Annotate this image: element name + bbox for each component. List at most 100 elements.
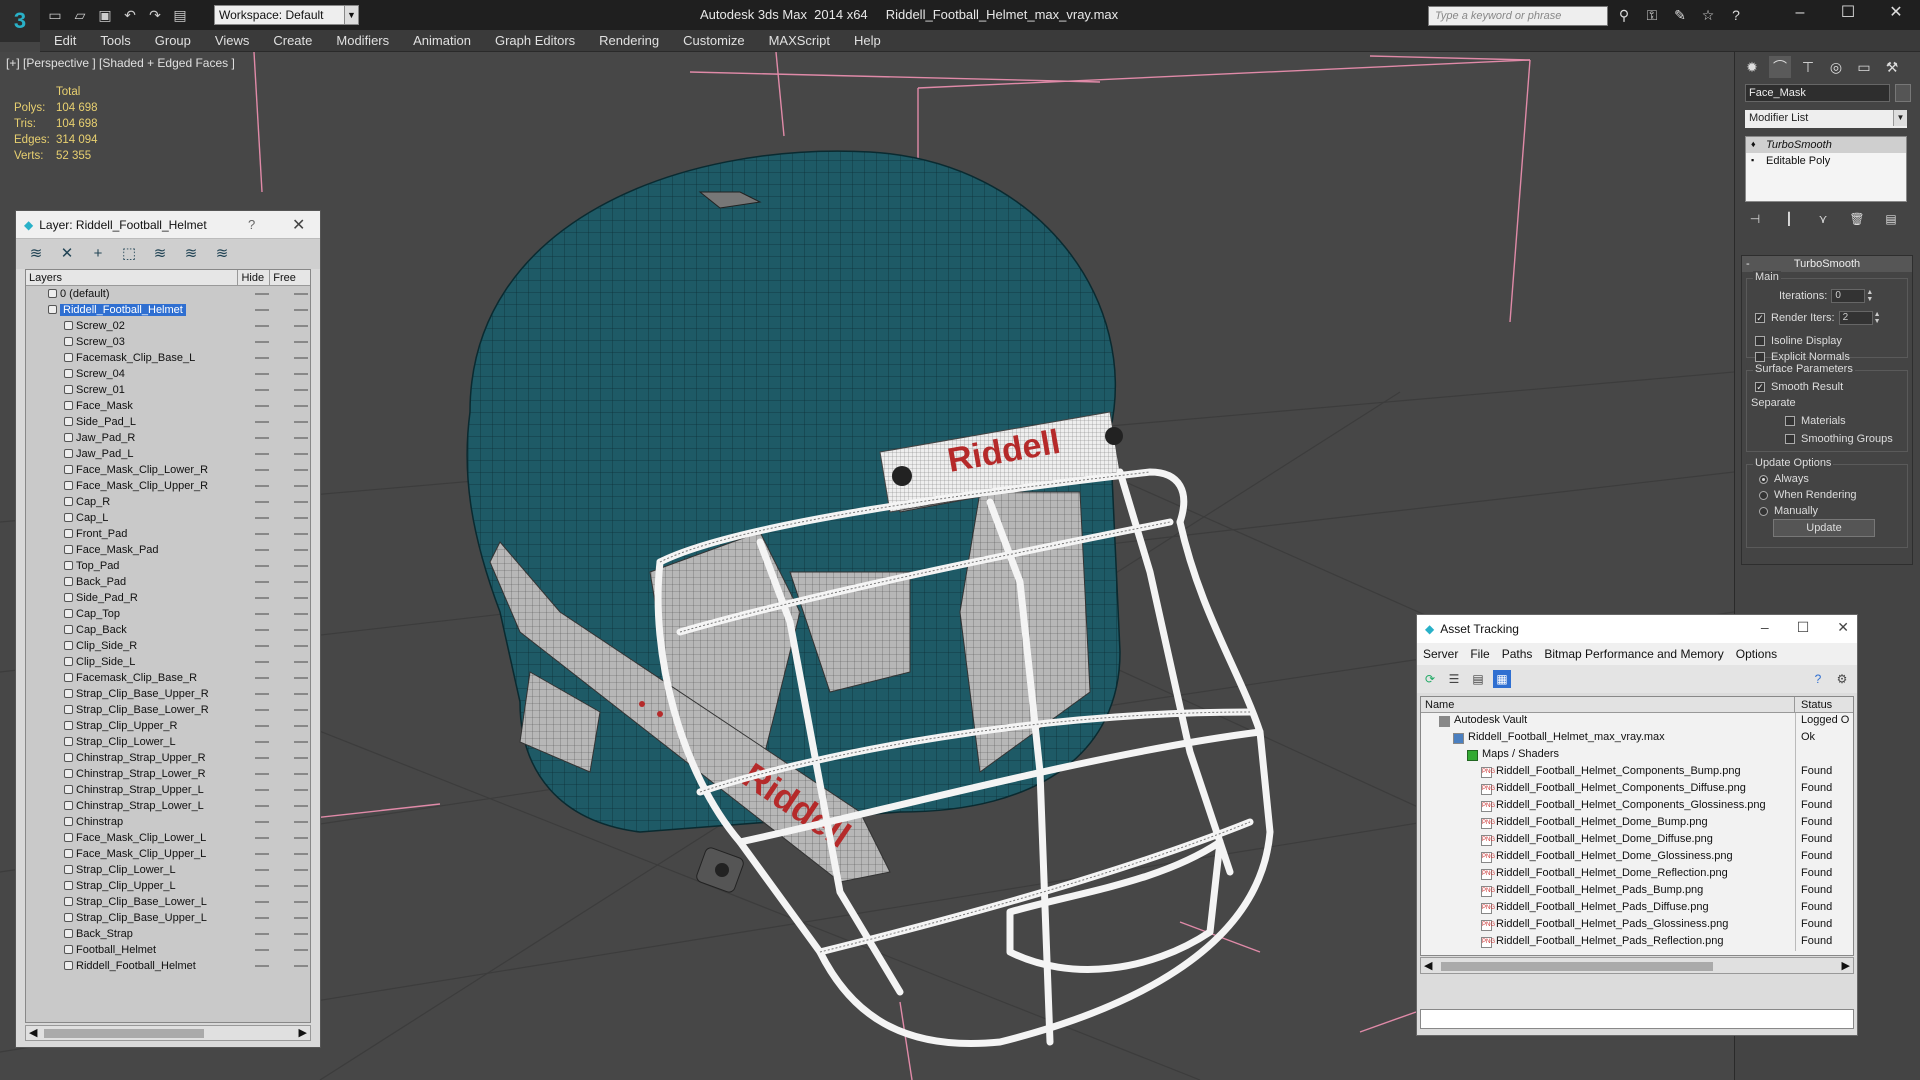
layer-row[interactable]: Back_Strap	[26, 926, 310, 942]
menu-maxscript[interactable]: MAXScript	[769, 33, 830, 48]
project-folder-icon[interactable]: ▤	[171, 6, 189, 24]
horizontal-scrollbar[interactable]: ◀ ▶	[25, 1025, 311, 1041]
hide-toggle[interactable]	[255, 821, 269, 823]
hide-toggle[interactable]	[255, 693, 269, 695]
delete-layer-icon[interactable]: ✕	[57, 244, 77, 264]
layer-row[interactable]: 0 (default)	[26, 286, 310, 302]
hide-toggle[interactable]	[255, 565, 269, 567]
refresh-icon[interactable]: ⟳	[1421, 670, 1439, 688]
asset-row[interactable]: PNG Riddell_Football_Helmet_Dome_Glossine…	[1421, 849, 1853, 866]
freeze-toggle[interactable]	[294, 533, 308, 535]
asset-row[interactable]: PNG Riddell_Football_Helmet_Dome_Bump.png…	[1421, 815, 1853, 832]
freeze-all-icon[interactable]: ≋	[212, 244, 232, 264]
hide-toggle[interactable]	[255, 549, 269, 551]
app-logo-icon[interactable]: 3	[0, 0, 40, 42]
key-icon[interactable]: ⚿	[1642, 6, 1662, 24]
update-when-rendering-row[interactable]: When Rendering	[1759, 489, 1857, 501]
layer-row[interactable]: Strap_Clip_Base_Lower_R	[26, 702, 310, 718]
freeze-toggle[interactable]	[294, 629, 308, 631]
object-color-swatch[interactable]	[1895, 84, 1911, 102]
hide-toggle[interactable]	[255, 581, 269, 583]
asset-menu-paths[interactable]: Paths	[1502, 647, 1533, 661]
menu-views[interactable]: Views	[215, 33, 249, 48]
layer-row[interactable]: Strap_Clip_Base_Upper_L	[26, 910, 310, 926]
layer-row[interactable]: Screw_01	[26, 382, 310, 398]
list-view-icon[interactable]: ☰	[1445, 670, 1463, 688]
freeze-toggle[interactable]	[294, 597, 308, 599]
menu-animation[interactable]: Animation	[413, 33, 471, 48]
layer-row[interactable]: Face_Mask_Clip_Upper_R	[26, 478, 310, 494]
utilities-tab-icon[interactable]: ⚒	[1881, 56, 1903, 78]
layer-row[interactable]: Face_Mask_Pad	[26, 542, 310, 558]
freeze-toggle[interactable]	[294, 837, 308, 839]
smooth-result-row[interactable]: ✓ Smooth Result	[1755, 381, 1843, 393]
spinner-arrows-icon[interactable]: ▲ ▼	[1874, 311, 1882, 325]
modifier-list-dropdown[interactable]: Modifier List ▼	[1745, 110, 1907, 128]
hide-toggle[interactable]	[255, 485, 269, 487]
stack-item-turbosmooth[interactable]: ♦ TurboSmooth	[1746, 137, 1906, 153]
hide-toggle[interactable]	[255, 597, 269, 599]
layer-row[interactable]: Strap_Clip_Base_Upper_R	[26, 686, 310, 702]
layer-row[interactable]: Front_Pad	[26, 526, 310, 542]
undo-icon[interactable]: ↶	[121, 6, 139, 24]
render-iters-spinner[interactable]: 2	[1838, 311, 1873, 325]
scroll-right-icon[interactable]: ▶	[299, 1026, 307, 1039]
layer-row[interactable]: Back_Pad	[26, 574, 310, 590]
asset-row[interactable]: PNG Riddell_Football_Helmet_Components_Di…	[1421, 781, 1853, 798]
binoculars-icon[interactable]: ⚲	[1614, 6, 1634, 24]
close-icon[interactable]: ✕	[1872, 0, 1920, 26]
freeze-toggle[interactable]	[294, 693, 308, 695]
freeze-toggle[interactable]	[294, 613, 308, 615]
hide-all-icon[interactable]: ≋	[181, 244, 201, 264]
minimize-icon[interactable]: –	[1776, 0, 1824, 26]
hide-toggle[interactable]	[255, 613, 269, 615]
layer-row[interactable]: Strap_Clip_Base_Lower_L	[26, 894, 310, 910]
hide-toggle[interactable]	[255, 773, 269, 775]
horizontal-scrollbar[interactable]: ◀ ▶	[1420, 957, 1854, 974]
layer-row[interactable]: Cap_L	[26, 510, 310, 526]
hide-toggle[interactable]	[255, 949, 269, 951]
layer-window-titlebar[interactable]: ◆ Layer: Riddell_Football_Helmet ? ✕	[16, 211, 320, 239]
hide-toggle[interactable]	[255, 357, 269, 359]
menu-edit[interactable]: Edit	[54, 33, 76, 48]
materials-checkbox[interactable]	[1785, 416, 1795, 426]
hide-toggle[interactable]	[255, 645, 269, 647]
layer-row[interactable]: Top_Pad	[26, 558, 310, 574]
asset-row[interactable]: PNG Riddell_Football_Helmet_Pads_Glossine…	[1421, 917, 1853, 934]
freeze-toggle[interactable]	[294, 389, 308, 391]
hide-toggle[interactable]	[255, 837, 269, 839]
maximize-icon[interactable]: ☐	[1797, 619, 1810, 636]
layer-row[interactable]: Side_Pad_R	[26, 590, 310, 606]
freeze-toggle[interactable]	[294, 805, 308, 807]
hide-toggle[interactable]	[255, 629, 269, 631]
layer-row[interactable]: Chinstrap_Strap_Lower_L	[26, 798, 310, 814]
explicit-normals-row[interactable]: Explicit Normals	[1755, 351, 1850, 363]
spinner-arrows-icon[interactable]: ▲ ▼	[1866, 289, 1874, 303]
smooth-result-checkbox[interactable]: ✓	[1755, 382, 1765, 392]
asset-row[interactable]: Maps / Shaders	[1421, 747, 1853, 764]
freeze-toggle[interactable]	[294, 757, 308, 759]
hide-toggle[interactable]	[255, 421, 269, 423]
scroll-left-icon[interactable]: ◀	[29, 1026, 37, 1039]
add-to-layer-icon[interactable]: +	[88, 244, 108, 264]
hide-toggle[interactable]	[255, 965, 269, 967]
viewport-label[interactable]: [+] [Perspective ] [Shaded + Edged Faces…	[6, 56, 235, 70]
layer-row[interactable]: Side_Pad_L	[26, 414, 310, 430]
hide-column-header[interactable]: Hide	[238, 270, 271, 285]
hide-toggle[interactable]	[255, 437, 269, 439]
freeze-toggle[interactable]	[294, 485, 308, 487]
menu-create[interactable]: Create	[273, 33, 312, 48]
menu-group[interactable]: Group	[155, 33, 191, 48]
menu-rendering[interactable]: Rendering	[599, 33, 659, 48]
freeze-toggle[interactable]	[294, 773, 308, 775]
search-input[interactable]: Type a keyword or phrase	[1428, 6, 1608, 26]
layer-row[interactable]: Jaw_Pad_R	[26, 430, 310, 446]
layer-row[interactable]: Cap_Top	[26, 606, 310, 622]
tools-icon[interactable]: ✎	[1670, 6, 1690, 24]
status-column-header[interactable]: Status	[1795, 697, 1832, 712]
freeze-toggle[interactable]	[294, 965, 308, 967]
freeze-toggle[interactable]	[294, 309, 308, 311]
asset-row[interactable]: PNG Riddell_Football_Helmet_Components_Bu…	[1421, 764, 1853, 781]
vault-settings-icon[interactable]: ⚙	[1833, 670, 1851, 688]
layer-row[interactable]: Cap_R	[26, 494, 310, 510]
